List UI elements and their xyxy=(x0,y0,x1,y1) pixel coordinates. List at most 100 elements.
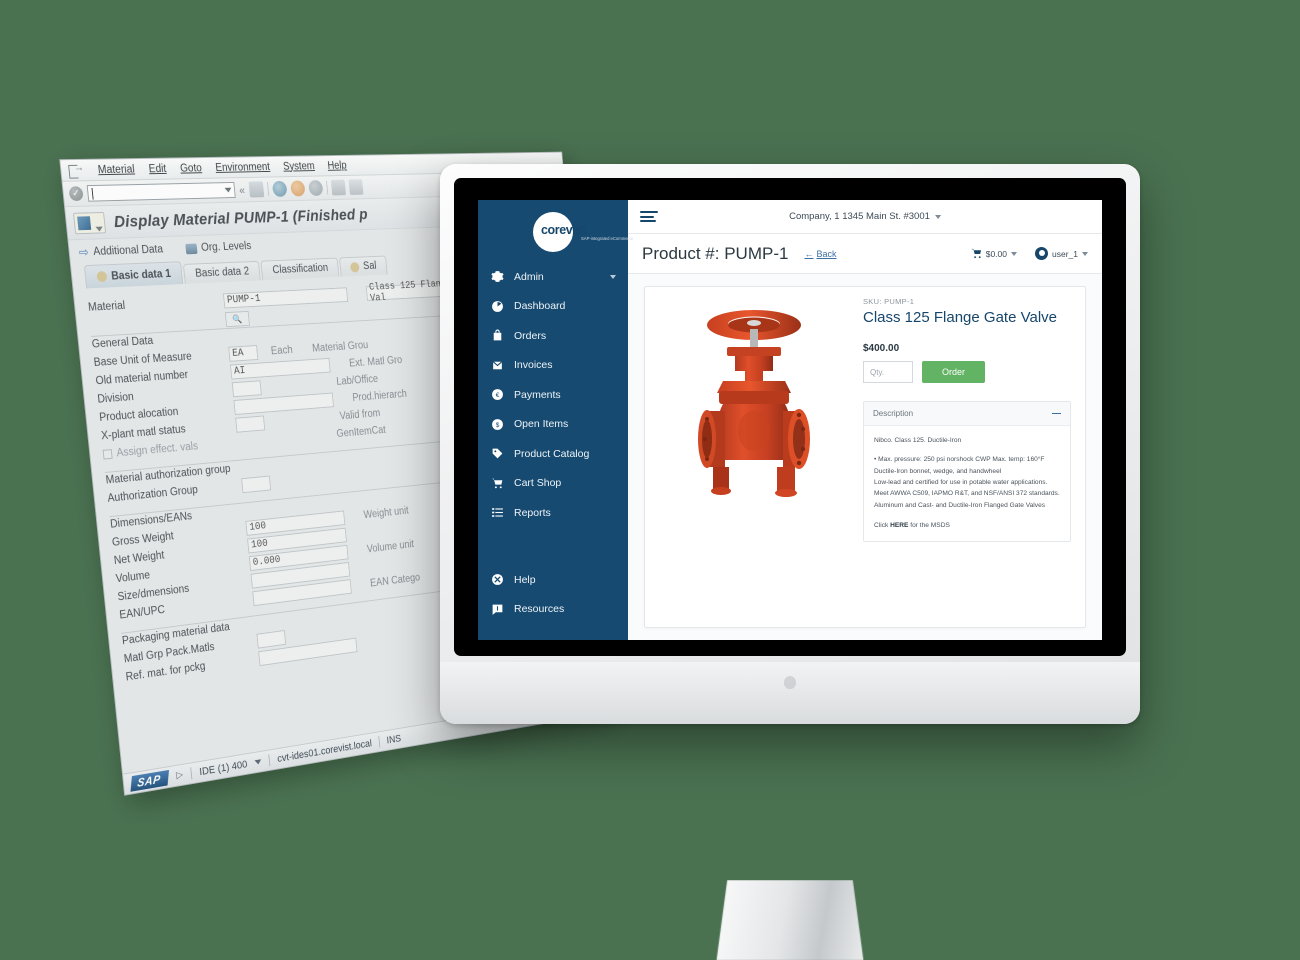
ean-category-label: EAN Catego xyxy=(369,571,421,589)
tab-classification[interactable]: Classification xyxy=(260,257,340,281)
chevron-down-icon[interactable] xyxy=(934,214,941,219)
collapse-toolbar-icon[interactable]: « xyxy=(239,183,246,196)
description-panel: Description Nibco. Class 125. Ductile-Ir… xyxy=(863,401,1071,543)
cart-button[interactable]: $0.00 xyxy=(971,248,1017,259)
valid-from-label: Valid from xyxy=(339,407,381,422)
sidebar-item-invoices[interactable]: Invoices xyxy=(478,351,628,381)
xplant-status-input[interactable] xyxy=(235,415,266,433)
transaction-icon[interactable] xyxy=(72,211,107,234)
print-icon[interactable] xyxy=(330,179,346,196)
back-icon[interactable] xyxy=(271,180,288,197)
cancel-icon[interactable] xyxy=(307,180,324,197)
product-sku: SKU: PUMP-1 xyxy=(863,297,915,306)
sidebar-item-product-catalog[interactable]: Product Catalog xyxy=(478,439,628,469)
sap-menu-edit[interactable]: Edit xyxy=(148,163,167,175)
sidebar-item-admin[interactable]: Admin xyxy=(478,262,628,292)
chevron-down-icon[interactable] xyxy=(224,187,232,193)
status-expand-icon[interactable]: ▷ xyxy=(176,770,184,781)
sidebar-item-cart-shop[interactable]: Cart Shop xyxy=(478,469,628,499)
apple-logo-icon xyxy=(784,676,796,689)
prod-hierarchy-label: Prod.hierarch xyxy=(351,388,408,404)
corevist-logo[interactable]: corevist SAP-integrated eCommerce xyxy=(478,206,633,258)
msds-link[interactable]: HERE xyxy=(890,522,908,529)
base-unit-input[interactable]: EA xyxy=(228,344,259,362)
quantity-input[interactable]: Qty. xyxy=(863,361,913,383)
back-label: Back xyxy=(816,248,837,259)
sap-menu-system[interactable]: System xyxy=(283,160,315,172)
assign-effect-vals-label: Assign effect. vals xyxy=(116,440,199,459)
org-levels-icon xyxy=(185,243,198,254)
screenshot-stage: Material Edit Goto Environment System He… xyxy=(0,0,1300,960)
tab-basic-data-1-label: Basic data 1 xyxy=(110,267,172,282)
gate-valve-image xyxy=(698,310,810,497)
product-name: Class 125 Flange Gate Valve xyxy=(863,309,1057,326)
monitor-stand-neck xyxy=(715,880,866,960)
sap-menu-environment[interactable]: Environment xyxy=(215,161,271,173)
collapse-minus-icon[interactable] xyxy=(1052,412,1061,415)
description-header[interactable]: Description xyxy=(864,402,1070,426)
sidebar-item-dashboard[interactable]: Dashboard xyxy=(478,292,628,322)
resources-icon xyxy=(492,604,503,615)
sap-menu-goto-label: Goto xyxy=(179,162,203,175)
sap-host-label: cvt-ides01.corevist.local xyxy=(276,737,373,765)
authorization-group-input[interactable] xyxy=(241,475,272,493)
description-title: Description xyxy=(873,409,914,418)
find-icon[interactable] xyxy=(348,179,364,195)
sap-menu-goto[interactable]: Goto xyxy=(180,162,203,174)
general-data-title: General Data xyxy=(91,334,160,351)
material-search-icon[interactable]: 🔍 xyxy=(224,310,250,328)
sidebar-item-label: Product Catalog xyxy=(514,447,590,460)
sidebar-item-orders[interactable]: Orders xyxy=(478,321,628,351)
additional-data-button[interactable]: ⇨ Additional Data xyxy=(78,242,164,261)
sidebar-item-label: Cart Shop xyxy=(514,477,562,490)
company-selector[interactable]: Company, 1 1345 Main St. #3001 xyxy=(789,211,941,222)
sidebar-nav[interactable]: Admin Dashboard Orders Invoices € Paymen… xyxy=(478,262,628,528)
chevron-down-icon[interactable] xyxy=(1082,251,1088,256)
chevron-down-icon[interactable] xyxy=(254,759,262,765)
sidebar-item-payments[interactable]: € Payments xyxy=(478,380,628,410)
product-info: SKU: PUMP-1 Class 125 Flange Gate Valve … xyxy=(863,297,1071,617)
orders-icon xyxy=(493,329,502,341)
exit-icon[interactable] xyxy=(68,163,84,177)
user-menu-button[interactable]: user_1 xyxy=(1035,247,1088,260)
app-main: Company, 1 1345 Main St. #3001 Product #… xyxy=(628,200,1102,640)
invoices-icon xyxy=(492,361,503,370)
help-icon xyxy=(492,574,503,586)
save-icon[interactable] xyxy=(248,181,265,198)
org-levels-button[interactable]: Org. Levels xyxy=(185,241,252,255)
checkbox-icon[interactable] xyxy=(102,448,113,460)
material-group-label: Material Grou xyxy=(311,339,369,354)
sidebar-bottom-nav[interactable]: Help Resources xyxy=(478,565,628,640)
cart-icon xyxy=(492,478,503,489)
sidebar-item-help[interactable]: Help xyxy=(478,565,628,595)
chevron-down-icon[interactable] xyxy=(1011,251,1017,256)
exit-up-icon[interactable] xyxy=(289,180,306,197)
back-link[interactable]: ← Back xyxy=(804,249,836,259)
command-field-input[interactable] xyxy=(86,181,236,202)
sidebar-item-reports[interactable]: Reports xyxy=(478,498,628,528)
sidebar-item-label: Payments xyxy=(514,388,561,401)
order-button[interactable]: Order xyxy=(922,361,986,383)
sidebar-item-open-items[interactable]: $ Open Items xyxy=(478,410,628,440)
tab-basic-data-2-label: Basic data 2 xyxy=(194,265,250,280)
weight-unit-label: Weight unit xyxy=(363,504,410,521)
sap-menu-material[interactable]: Material xyxy=(97,163,135,175)
description-line: Meet AWWA C509, IAPMO R&T, and NSF/ANSI … xyxy=(874,490,1060,498)
status-divider xyxy=(190,767,193,780)
sidebar-item-label: Admin xyxy=(514,270,544,283)
company-label: Company, 1 1345 Main St. #3001 xyxy=(789,211,930,222)
tab-sales[interactable]: Sal xyxy=(339,255,388,277)
sap-logo: SAP xyxy=(130,769,170,792)
sidebar-item-resources[interactable]: Resources xyxy=(478,595,628,625)
org-levels-label: Org. Levels xyxy=(200,240,252,254)
chevron-down-icon[interactable] xyxy=(610,274,616,279)
tab-basic-data-2[interactable]: Basic data 2 xyxy=(183,260,262,284)
app-sidebar[interactable]: corevist SAP-integrated eCommerce Admin xyxy=(478,200,633,640)
sap-menu-help[interactable]: Help xyxy=(327,160,347,171)
tab-basic-data-1[interactable]: Basic data 1 xyxy=(83,261,184,289)
division-input[interactable] xyxy=(231,379,262,397)
hamburger-menu-icon[interactable] xyxy=(640,209,658,225)
app-top-bar: Company, 1 1345 Main St. #3001 xyxy=(628,200,1102,234)
arrow-right-icon: ⇨ xyxy=(78,244,90,260)
ok-check-icon[interactable]: ✓ xyxy=(68,186,84,202)
